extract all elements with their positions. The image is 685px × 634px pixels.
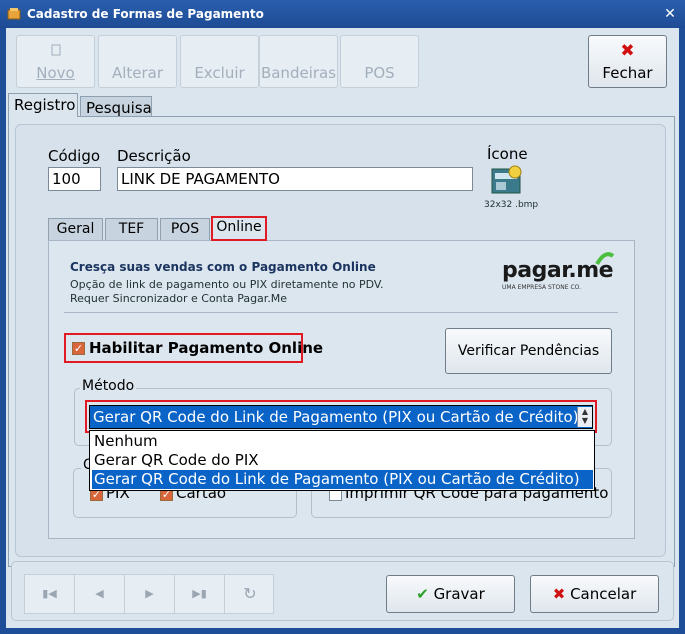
dropdown-option-nenhum[interactable]: Nenhum [92, 432, 593, 451]
divider [64, 312, 618, 313]
subtab-geral[interactable]: Geral [48, 218, 103, 240]
cancelar-button[interactable]: ✖ Cancelar [530, 575, 659, 613]
fechar-button[interactable]: ✖ Fechar [588, 35, 667, 88]
bandeiras-label: Bandeiras [260, 64, 337, 82]
alterar-button[interactable]: Alterar [98, 35, 177, 88]
pagarme-logo: pagar.me UMA EMPRESA STONE CO. [500, 250, 620, 296]
tab-registro[interactable]: Registro [8, 93, 78, 117]
subtab-pos[interactable]: POS [160, 218, 210, 240]
dropdown-option-pix[interactable]: Gerar QR Code do PIX [92, 451, 593, 470]
prev-record-icon[interactable]: ◀ [75, 575, 125, 613]
metodo-label: Método [80, 378, 137, 394]
metodo-dropdown: Nenhum Gerar QR Code do PIX Gerar QR Cod… [89, 430, 595, 491]
dropdown-option-link[interactable]: Gerar QR Code do Link de Pagamento (PIX … [92, 470, 593, 489]
excluir-button[interactable]: Excluir [180, 35, 259, 88]
icone-caption: 32x32 .bmp [484, 200, 539, 210]
codigo-label: Código [48, 147, 101, 165]
last-record-icon[interactable]: ▶▮ [175, 575, 225, 613]
descricao-field[interactable]: LINK DE PAGAMENTO [117, 167, 473, 191]
alterar-label: Alterar [111, 64, 164, 82]
window-client: Novo Alterar Excluir Bandeiras POS ✖ Fec… [6, 28, 679, 628]
fechar-label: Fechar [602, 64, 653, 82]
new-document-icon [17, 44, 94, 60]
cancelar-label: Cancelar [570, 585, 637, 603]
pos-label: POS [364, 64, 395, 82]
next-record-icon[interactable]: ▶ [125, 575, 175, 613]
gravar-button[interactable]: ✔ Gravar [386, 575, 515, 613]
check-icon: ✔ [416, 585, 429, 603]
codigo-field[interactable]: 100 [48, 167, 101, 191]
subtab-tef[interactable]: TEF [105, 218, 158, 240]
novo-button[interactable]: Novo [16, 35, 95, 88]
app-icon [7, 6, 21, 20]
record-navigator: ▮◀ ◀ ▶ ▶▮ ↻ [24, 574, 274, 614]
title-bar: Cadastro de Formas de Pagamento ✕ [0, 0, 685, 28]
excluir-label: Excluir [194, 64, 245, 82]
pos-button[interactable]: POS [340, 35, 419, 88]
gravar-label: Gravar [433, 585, 485, 603]
icone-label: Ícone [487, 145, 528, 163]
tab-pesquisa[interactable]: Pesquisa [80, 96, 152, 118]
close-icon: ✖ [620, 41, 635, 61]
novo-label: Novo [36, 64, 75, 82]
metodo-highlight [85, 400, 597, 433]
online-desc-2: Requer Sincronizador e Conta Pagar.Me [70, 292, 288, 305]
window-title: Cadastro de Formas de Pagamento [27, 7, 264, 21]
first-record-icon[interactable]: ▮◀ [25, 575, 75, 613]
bandeiras-button[interactable]: Bandeiras [259, 35, 338, 88]
logo-subtext: UMA EMPRESA STONE CO. [502, 284, 582, 291]
payment-icon-image[interactable] [490, 164, 524, 196]
cancel-icon: ✖ [552, 585, 566, 603]
verificar-pendencias-button[interactable]: Verificar Pendências [445, 328, 612, 374]
habilitar-highlight [64, 333, 303, 363]
refresh-icon[interactable]: ↻ [225, 575, 275, 613]
window-close-icon[interactable]: ✕ [662, 6, 678, 22]
online-desc-1: Opção de link de pagamento ou PIX direta… [70, 278, 384, 291]
online-tab-highlight [211, 216, 267, 241]
descricao-label: Descrição [117, 147, 191, 165]
online-headline: Cresça suas vendas com o Pagamento Onlin… [70, 260, 376, 274]
